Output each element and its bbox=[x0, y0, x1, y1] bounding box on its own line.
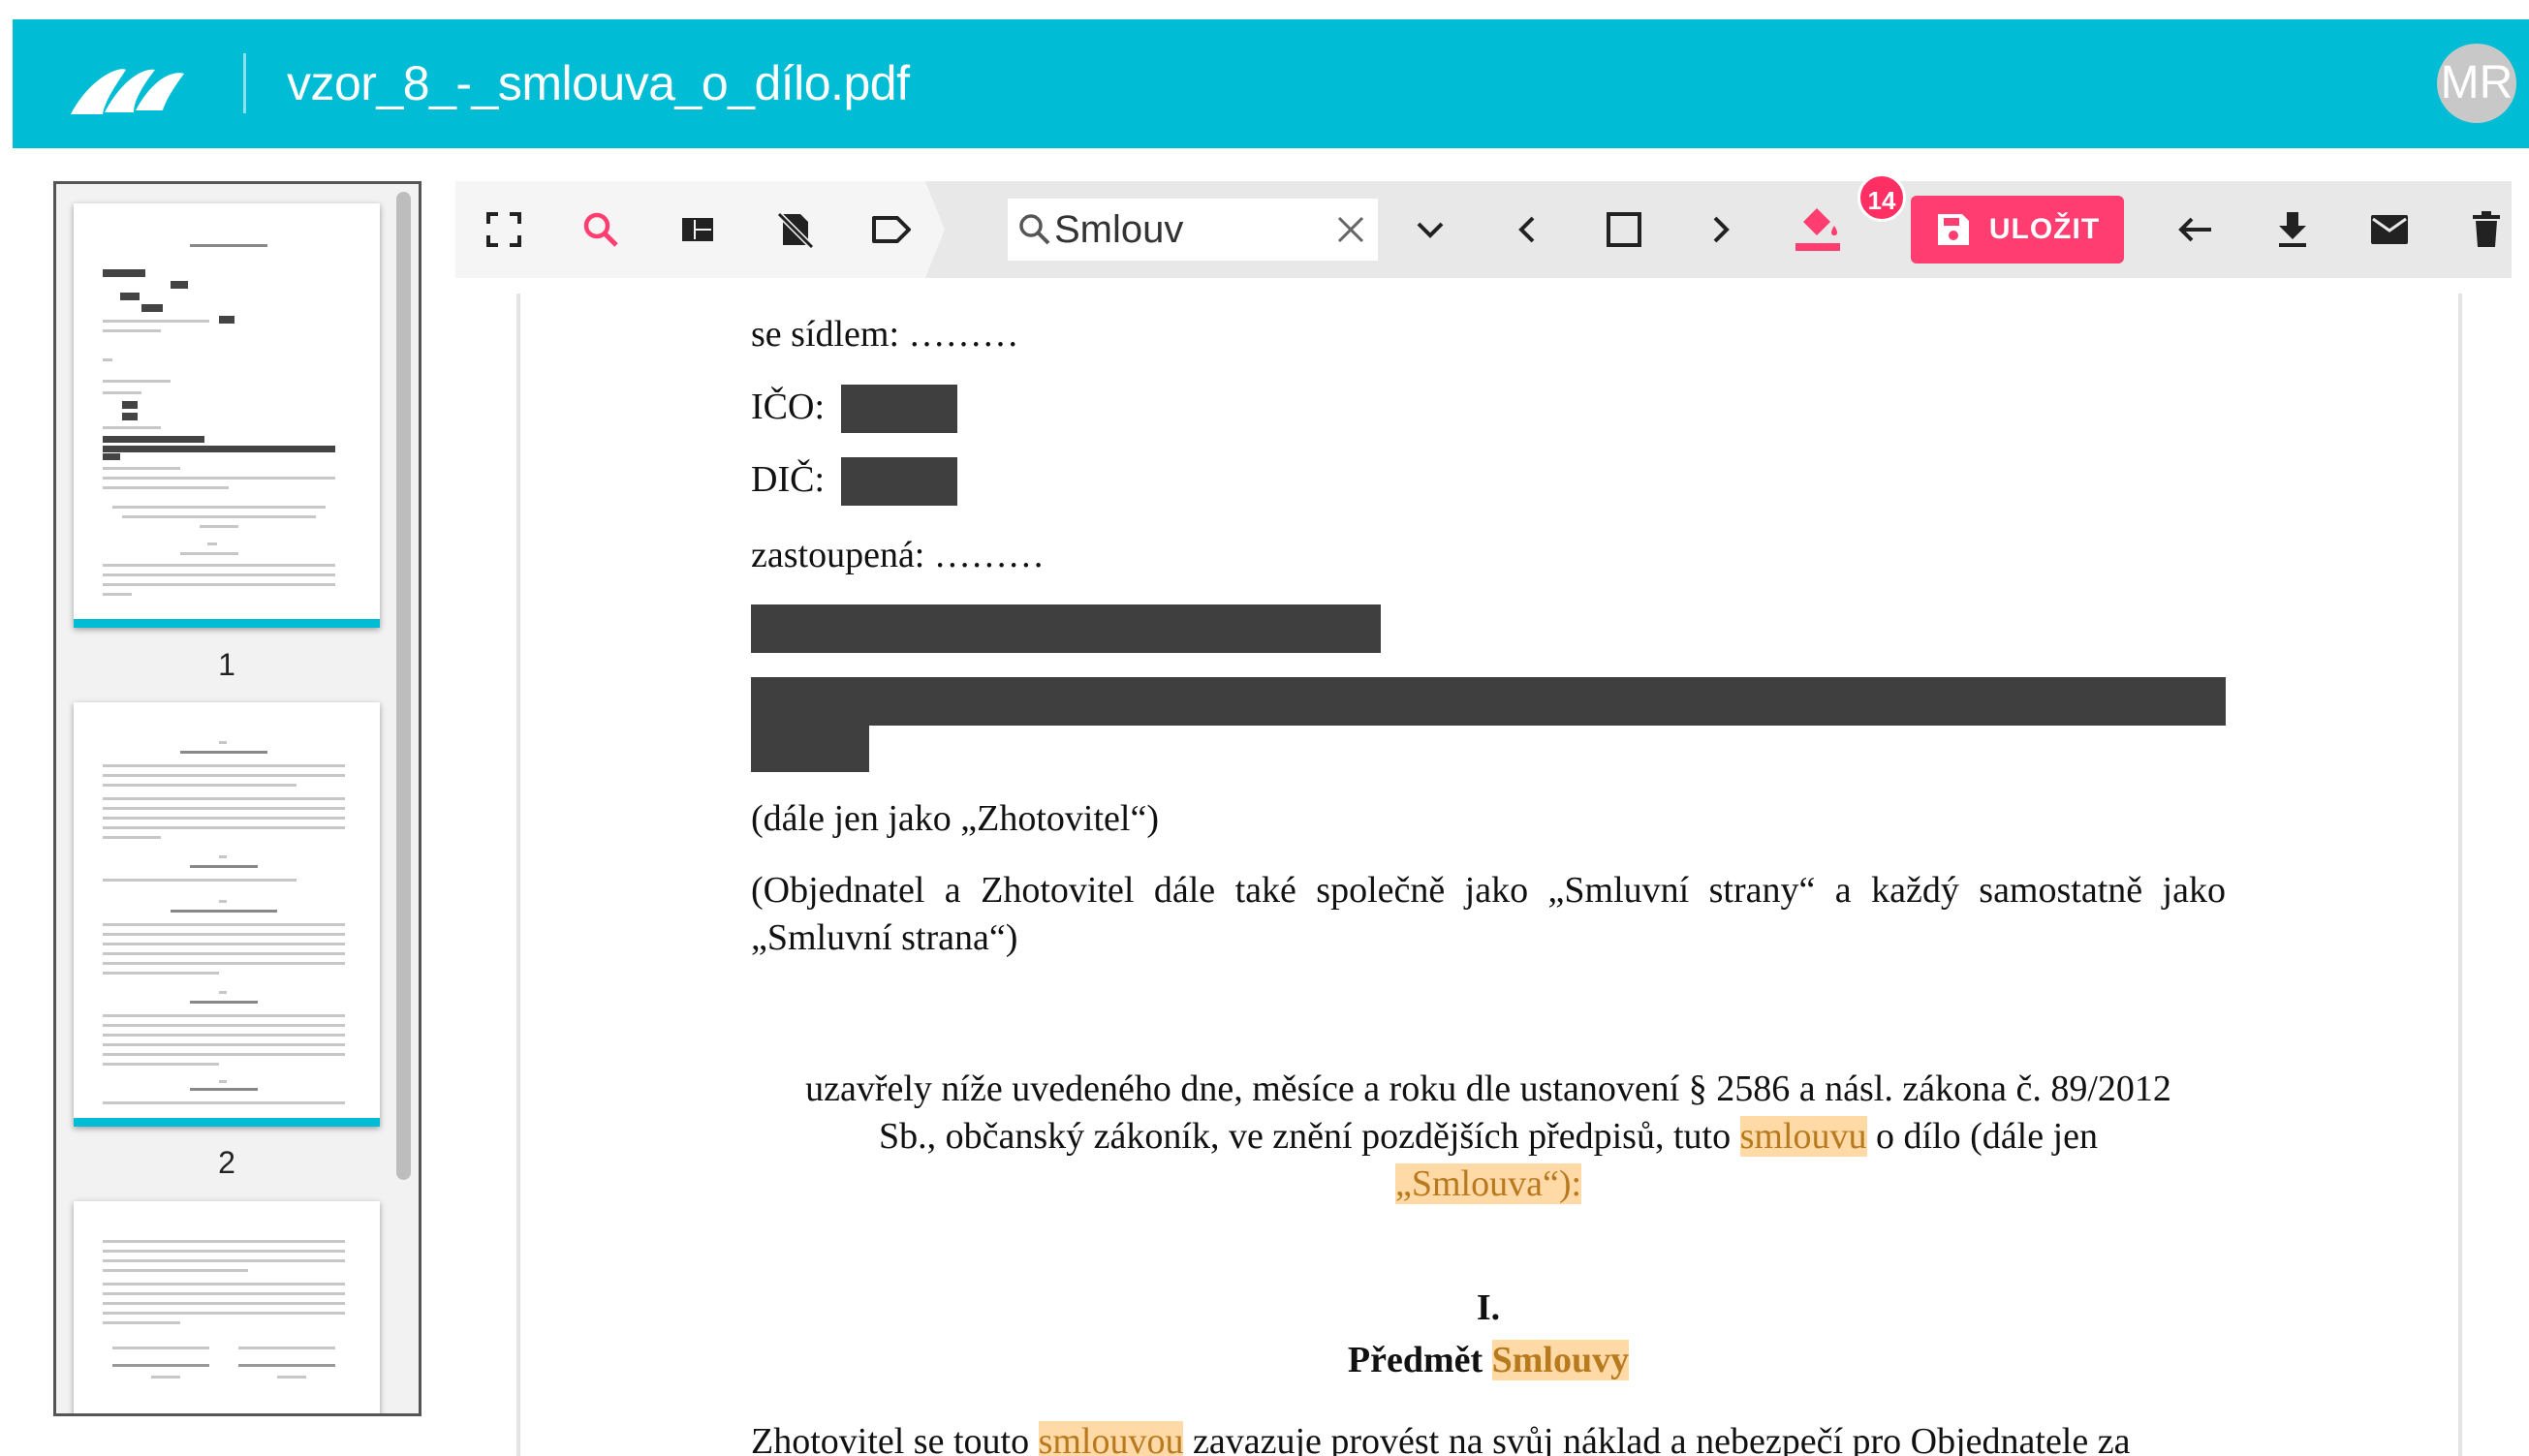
header-divider bbox=[243, 53, 246, 113]
redaction-box[interactable] bbox=[751, 726, 869, 772]
redaction-box[interactable] bbox=[841, 457, 957, 506]
intro-line-2: Sb., občanský zákoník, ve znění pozdější… bbox=[879, 1116, 2098, 1157]
layout-button[interactable] bbox=[672, 204, 723, 255]
intro-line-3: „Smlouva“): bbox=[751, 1161, 2226, 1208]
page-thumbnail-2[interactable] bbox=[74, 702, 380, 1127]
seat-line: se sídlem: ……… bbox=[751, 314, 1019, 355]
search-highlight[interactable]: Smlouvy bbox=[1491, 1340, 1630, 1380]
fullscreen-button[interactable] bbox=[479, 204, 529, 255]
label-button[interactable] bbox=[866, 204, 917, 255]
download-icon bbox=[2279, 212, 2306, 247]
contractor-note: (dále jen jako „Zhotovitel“) bbox=[751, 798, 1159, 839]
select-all-results-button[interactable] bbox=[1599, 204, 1649, 255]
represented-line: zastoupená: ……… bbox=[751, 535, 1045, 575]
section-title: Předmět Smlouvy bbox=[1347, 1340, 1630, 1380]
pdf-page: se sídlem: ……… IČO: DIČ: zastoupená: ………… bbox=[516, 294, 2462, 1456]
label-icon bbox=[872, 216, 911, 243]
viewer-toolbar: 14 ULOŽIT bbox=[455, 173, 2512, 278]
page-number-2: 2 bbox=[218, 1145, 235, 1180]
redact-page-button[interactable] bbox=[769, 204, 820, 255]
redaction-box[interactable] bbox=[751, 604, 1381, 653]
thumbnail-footer-bar bbox=[74, 1118, 380, 1127]
chevron-left-icon bbox=[1518, 216, 1535, 243]
fullscreen-icon bbox=[486, 212, 521, 247]
user-avatar[interactable]: MR bbox=[2437, 44, 2516, 123]
redaction-box[interactable] bbox=[751, 677, 2226, 726]
search-highlight[interactable]: smlouvou bbox=[1038, 1421, 1184, 1456]
search-field-icon bbox=[1019, 214, 1050, 245]
ico-label: IČO: bbox=[751, 387, 825, 427]
chevron-down-icon bbox=[1417, 222, 1444, 238]
search-highlight[interactable]: smlouvu bbox=[1739, 1116, 1867, 1157]
parties-note-line-1: (Objednatel a Zhotovitel dále také spole… bbox=[751, 870, 2226, 911]
redaction-box[interactable] bbox=[841, 385, 957, 433]
search-highlight[interactable]: „Smlouva“): bbox=[1394, 1163, 1582, 1204]
dic-label: DIČ: bbox=[751, 459, 825, 500]
page-thumbnails-panel: 1 2 bbox=[53, 181, 422, 1416]
search-options-button[interactable] bbox=[1405, 204, 1455, 255]
search-icon bbox=[583, 212, 618, 247]
app-header: vzor_8_-_smlouva_o_dílo.pdf MR bbox=[13, 19, 2529, 148]
previous-result-button[interactable] bbox=[1502, 204, 1552, 255]
trash-icon bbox=[2473, 211, 2500, 247]
arrow-left-icon bbox=[2178, 217, 2211, 242]
save-label: ULOŽIT bbox=[1988, 213, 2101, 245]
highlight-count-badge: 14 bbox=[1858, 173, 1906, 222]
checkbox-icon bbox=[1607, 212, 1641, 247]
chevron-right-icon bbox=[1713, 216, 1730, 243]
delete-button[interactable] bbox=[2461, 204, 2512, 255]
section-number: I. bbox=[1476, 1287, 1501, 1328]
email-button[interactable] bbox=[2364, 204, 2415, 255]
search-input[interactable] bbox=[1054, 199, 1326, 261]
clear-search-icon[interactable] bbox=[1335, 214, 1366, 245]
download-button[interactable] bbox=[2267, 204, 2318, 255]
paint-bucket-icon bbox=[1795, 208, 1840, 251]
floppy-disk-icon bbox=[1937, 214, 1969, 245]
search-tool-button[interactable] bbox=[576, 204, 626, 255]
highlight-fill-button[interactable] bbox=[1793, 202, 1843, 253]
save-button[interactable]: ULOŽIT bbox=[1911, 196, 2124, 263]
redact-page-icon bbox=[776, 211, 814, 249]
layout-icon bbox=[682, 218, 713, 241]
parties-note-line-2: „Smluvní strana“) bbox=[751, 917, 1018, 958]
search-field[interactable] bbox=[1008, 199, 1378, 261]
intro-line-1: uzavřely níže uvedeného dne, měsíce a ro… bbox=[805, 1069, 2171, 1109]
back-button[interactable] bbox=[2170, 204, 2221, 255]
page-thumbnail-1[interactable] bbox=[74, 203, 380, 628]
mail-icon bbox=[2371, 215, 2408, 244]
document-file-name: vzor_8_-_smlouva_o_dílo.pdf bbox=[287, 56, 910, 110]
page-thumbnail-3[interactable] bbox=[74, 1201, 380, 1413]
thumbnail-footer-bar bbox=[74, 619, 380, 628]
next-result-button[interactable] bbox=[1696, 204, 1746, 255]
page-number-1: 1 bbox=[218, 647, 235, 682]
clause-line: Zhotovitel se touto smlouvou zavazuje pr… bbox=[751, 1420, 2130, 1456]
logo-icon[interactable] bbox=[66, 48, 192, 126]
thumbnails-scrollbar[interactable] bbox=[396, 192, 411, 1180]
